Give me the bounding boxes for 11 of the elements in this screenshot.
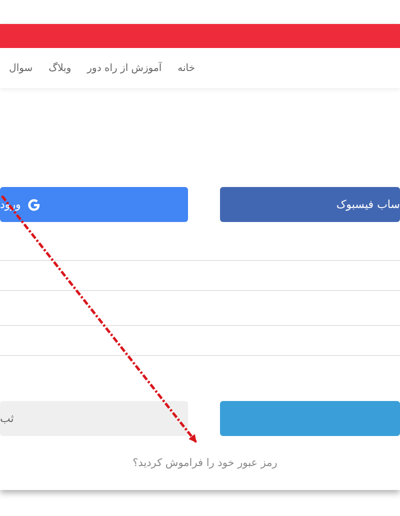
input-field[interactable] (0, 260, 400, 291)
nav-link[interactable]: آموزش از راه دور (87, 62, 162, 74)
nav-link[interactable]: خانه (178, 62, 195, 74)
input-field[interactable] (0, 325, 400, 356)
nav-link[interactable]: سوال (9, 62, 33, 74)
google-g-icon (26, 198, 41, 212)
register-button[interactable]: ثب (0, 401, 188, 436)
login-button[interactable] (220, 401, 400, 436)
nav-link[interactable]: وبلاگ (48, 62, 72, 74)
facebook-login-button[interactable]: ساب فیسبوک (220, 187, 400, 222)
forgot-password-link[interactable]: رمز عبور خود را فراموش کردید؟ (122, 457, 278, 469)
